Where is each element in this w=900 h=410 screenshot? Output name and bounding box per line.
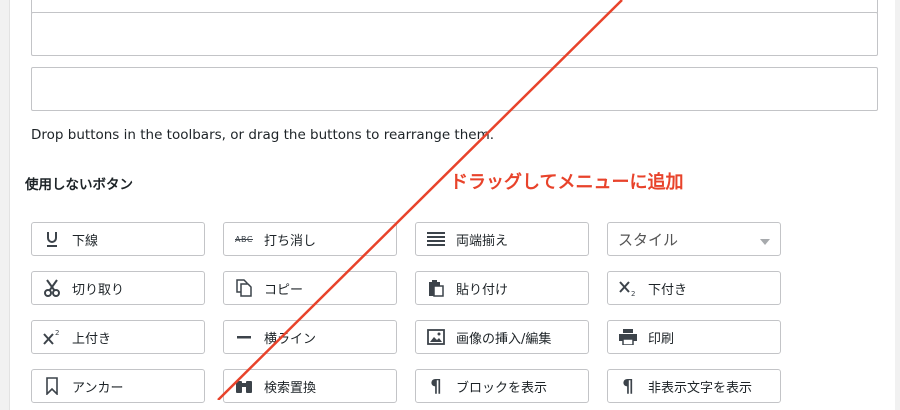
print-button[interactable]: 印刷 — [607, 320, 781, 354]
cut-button[interactable]: 切り取り — [31, 271, 205, 305]
subscript-button[interactable]: 2 下付き — [607, 271, 781, 305]
subscript-icon: 2 — [618, 278, 638, 298]
print-label: 印刷 — [648, 331, 675, 347]
copy-label: コピー — [264, 282, 304, 298]
paste-label: 貼り付け — [456, 282, 509, 298]
superscript-label: 上付き — [72, 331, 112, 347]
svg-text:2: 2 — [631, 290, 635, 297]
show-blocks-button[interactable]: ¶ ブロックを表示 — [415, 369, 589, 403]
image-button[interactable]: 画像の挿入/編集 — [415, 320, 589, 354]
show-blocks-label: ブロックを表示 — [456, 380, 548, 396]
horizontal-line-label: 横ライン — [264, 331, 317, 347]
unused-buttons-heading: 使用しないボタン — [25, 177, 133, 193]
bookmark-icon — [42, 376, 62, 396]
strikethrough-label: 打ち消し — [264, 233, 317, 249]
binoculars-icon — [234, 376, 254, 396]
style-select[interactable]: スタイル — [607, 222, 781, 256]
underline-icon — [42, 229, 62, 249]
superscript-button[interactable]: 2 上付き — [31, 320, 205, 354]
horizontal-line-icon — [234, 327, 254, 347]
strikethrough-button[interactable]: ABC 打ち消し — [223, 222, 397, 256]
underline-button[interactable]: 下線 — [31, 222, 205, 256]
scissors-icon — [42, 278, 62, 298]
subscript-label: 下付き — [648, 282, 688, 298]
visual-chars-label: 非表示文字を表示 — [648, 380, 753, 396]
style-select-label: スタイル — [618, 230, 679, 249]
anchor-label: アンカー — [72, 380, 124, 396]
drag-annotation: ドラッグしてメニューに追加 — [450, 172, 684, 193]
horizontal-line-button[interactable]: 横ライン — [223, 320, 397, 354]
paste-icon — [426, 278, 446, 298]
toolbar-drop-zone-2[interactable] — [31, 12, 878, 56]
image-icon — [426, 327, 446, 347]
justify-button[interactable]: 両端揃え — [415, 222, 589, 256]
paste-button[interactable]: 貼り付け — [415, 271, 589, 305]
strikethrough-icon: ABC — [234, 229, 254, 249]
search-replace-label: 検索置換 — [264, 380, 317, 396]
justify-icon — [426, 229, 446, 249]
copy-icon — [234, 278, 254, 298]
anchor-button[interactable]: アンカー — [31, 369, 205, 403]
svg-text:2: 2 — [55, 329, 59, 337]
instructions-text: Drop buttons in the toolbars, or drag th… — [31, 127, 495, 143]
pilcrow-icon: ¶ — [430, 375, 442, 397]
underline-label: 下線 — [72, 233, 99, 249]
cut-label: 切り取り — [72, 282, 125, 298]
search-replace-button[interactable]: 検索置換 — [223, 369, 397, 403]
copy-button[interactable]: コピー — [223, 271, 397, 305]
superscript-icon: 2 — [42, 327, 62, 347]
printer-icon — [618, 327, 638, 347]
toolbar-drop-zone-3[interactable] — [31, 67, 878, 111]
visual-chars-button[interactable]: ¶ 非表示文字を表示 — [607, 369, 781, 403]
pilcrow-icon: ¶ — [622, 375, 634, 397]
justify-label: 両端揃え — [456, 233, 509, 249]
chevron-down-icon — [760, 230, 770, 249]
image-label: 画像の挿入/編集 — [456, 331, 552, 347]
